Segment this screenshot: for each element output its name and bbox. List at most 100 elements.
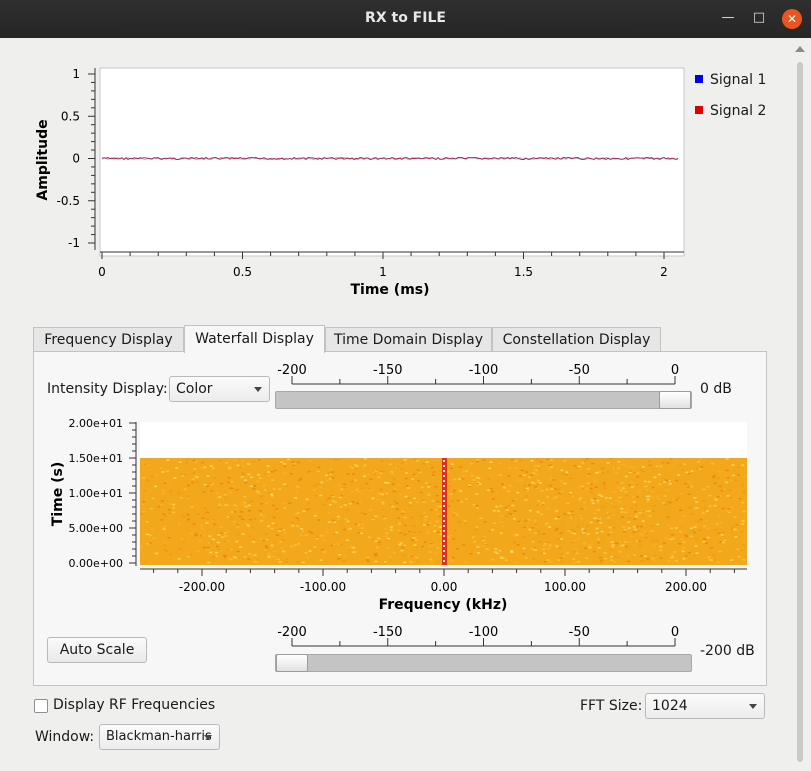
- noise-speck: [319, 559, 323, 561]
- carrier-highlight: [443, 490, 445, 492]
- vertical-scrollbar[interactable]: [789, 38, 811, 771]
- noise-speck: [516, 544, 520, 546]
- noise-speck: [663, 542, 667, 544]
- scrollbar-thumb[interactable]: [797, 62, 803, 762]
- noise-speck: [360, 512, 364, 514]
- tab-time-domain-display[interactable]: Time Domain Display: [325, 327, 492, 353]
- max-intensity-slider-handle[interactable]: [659, 391, 691, 409]
- noise-speck: [728, 489, 732, 491]
- noise-speck: [449, 493, 453, 495]
- noise-speck: [402, 554, 406, 557]
- noise-speck: [377, 543, 381, 546]
- noise-speck: [718, 470, 722, 473]
- noise-speck: [217, 506, 221, 509]
- noise-speck: [598, 518, 602, 520]
- window-select[interactable]: Blackman-harris: [99, 724, 220, 750]
- noise-speck: [191, 478, 195, 480]
- noise-speck: [424, 516, 428, 518]
- noise-speck: [524, 556, 528, 559]
- tab-constellation-display[interactable]: Constellation Display: [492, 327, 661, 353]
- minimize-icon[interactable]: —: [718, 8, 738, 28]
- max-intensity-slider[interactable]: [275, 391, 692, 409]
- noise-speck: [491, 498, 495, 500]
- noise-speck: [344, 518, 348, 520]
- noise-speck: [272, 516, 276, 519]
- noise-speck: [522, 536, 526, 538]
- noise-speck: [363, 458, 367, 460]
- noise-speck: [162, 489, 166, 492]
- noise-speck: [569, 477, 573, 479]
- noise-speck: [583, 501, 587, 504]
- noise-speck: [646, 489, 650, 491]
- auto-scale-button[interactable]: Auto Scale: [47, 637, 147, 663]
- noise-speck: [557, 492, 561, 495]
- noise-speck: [663, 495, 667, 497]
- noise-speck: [371, 517, 375, 519]
- display-rf-frequencies-checkbox[interactable]: [34, 699, 48, 713]
- legend-signal-2[interactable]: Signal 2: [695, 103, 766, 119]
- noise-speck: [741, 483, 745, 486]
- noise-speck: [490, 529, 494, 531]
- noise-speck: [555, 527, 559, 530]
- noise-speck: [375, 470, 378, 473]
- noise-speck: [626, 555, 630, 558]
- noise-speck: [449, 534, 452, 537]
- noise-speck: [410, 516, 414, 519]
- noise-speck: [449, 467, 453, 469]
- wf-y-tick-label: 1.50e+01: [69, 452, 123, 465]
- fft-size-select[interactable]: 1024: [645, 693, 765, 719]
- min-intensity-slider-handle[interactable]: [276, 654, 308, 672]
- noise-speck: [531, 541, 535, 543]
- noise-speck: [499, 532, 503, 534]
- noise-speck: [638, 532, 642, 535]
- noise-speck: [381, 501, 385, 503]
- noise-speck: [168, 509, 171, 511]
- tab-frequency-display[interactable]: Frequency Display: [33, 327, 184, 353]
- noise-speck: [573, 532, 577, 535]
- noise-speck: [596, 538, 600, 541]
- noise-speck: [693, 526, 697, 528]
- maximize-icon[interactable]: □: [749, 8, 769, 28]
- min-intensity-slider[interactable]: [275, 654, 692, 672]
- noise-speck: [350, 481, 354, 483]
- noise-speck: [293, 544, 297, 546]
- noise-speck: [213, 477, 217, 479]
- noise-speck: [150, 528, 154, 531]
- noise-speck: [507, 475, 511, 477]
- noise-speck: [546, 496, 550, 498]
- noise-speck: [585, 488, 589, 491]
- legend-signal-1[interactable]: Signal 1: [695, 72, 766, 88]
- noise-speck: [282, 529, 286, 531]
- noise-speck: [665, 479, 669, 482]
- noise-speck: [201, 527, 205, 529]
- noise-speck: [435, 520, 439, 523]
- scroll-up-icon[interactable]: [795, 46, 805, 52]
- noise-speck: [618, 550, 622, 553]
- carrier-highlight: [443, 505, 445, 507]
- noise-speck: [447, 505, 451, 507]
- noise-speck: [559, 560, 563, 563]
- chevron-down-icon: [204, 735, 212, 740]
- noise-speck: [476, 552, 480, 554]
- noise-speck: [146, 543, 150, 545]
- noise-speck: [206, 518, 210, 520]
- noise-speck: [659, 557, 663, 559]
- fft-size-label: FFT Size:: [580, 698, 643, 714]
- noise-speck: [678, 542, 682, 545]
- noise-speck: [523, 526, 527, 529]
- noise-speck: [678, 530, 682, 533]
- noise-speck: [398, 544, 402, 546]
- noise-speck: [327, 512, 331, 514]
- scale-tick-label: -50: [569, 625, 590, 640]
- intensity-display-select[interactable]: Color: [169, 376, 270, 402]
- noise-speck: [284, 561, 288, 563]
- noise-speck: [565, 473, 569, 476]
- noise-speck: [451, 538, 455, 540]
- display-rf-frequencies-label[interactable]: Display RF Frequencies: [53, 697, 215, 713]
- close-icon[interactable]: ✕: [782, 9, 802, 29]
- noise-speck: [291, 524, 295, 527]
- tab-waterfall-display[interactable]: Waterfall Display: [184, 325, 325, 353]
- scale-tick-label: -100: [469, 363, 499, 378]
- noise-speck: [533, 465, 537, 467]
- noise-speck: [513, 541, 517, 544]
